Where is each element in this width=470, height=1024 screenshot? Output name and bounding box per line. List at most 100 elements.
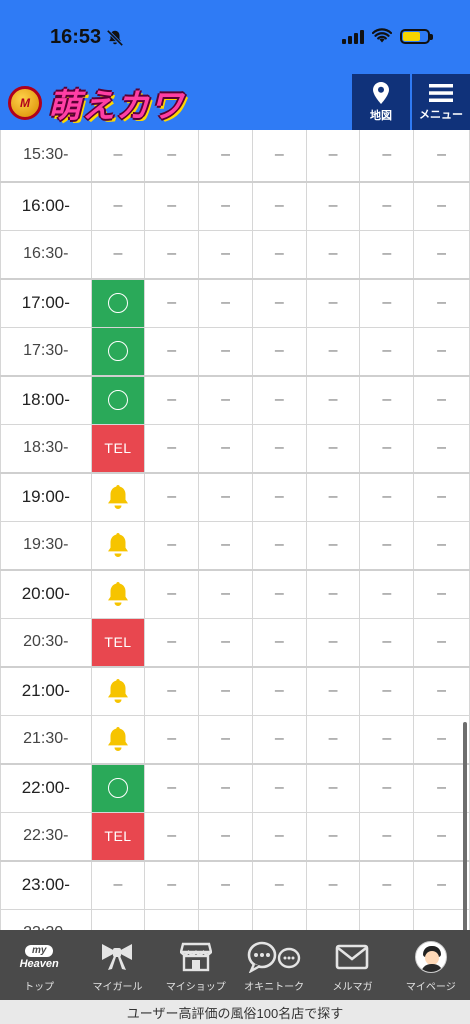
bell-muted-icon [106,29,124,47]
dash-text: – [167,827,177,845]
slot-unavailable: – [253,376,307,424]
dash-text: – [437,439,447,457]
time-slot-label: 21:30- [0,716,92,763]
map-button[interactable]: 地図 [352,74,410,130]
slot-unavailable: – [145,619,200,666]
dash-text: – [167,682,177,700]
slot-unavailable: – [253,667,307,715]
nav-label: オキニトーク [244,982,305,993]
bell-icon [107,582,128,607]
nav-okini-talk[interactable]: オキニトーク [235,930,313,1000]
slot-notify[interactable] [92,522,146,569]
menu-button[interactable]: メニュー [412,74,470,130]
dash-text: – [274,146,284,164]
dash-text: – [221,342,230,360]
footer-banner-link[interactable]: ユーザー高評価の風俗100名店で探す [0,1000,470,1024]
slot-unavailable: – [307,231,361,278]
dash-text: – [167,585,177,603]
slot-unavailable: – [414,667,470,715]
dash-text: – [274,294,284,312]
logo-emblem-icon: M [8,86,42,120]
time-slot-label: 19:30- [0,522,92,569]
slot-unavailable: – [307,376,361,424]
dash-text: – [382,245,392,263]
slot-unavailable: – [145,764,200,812]
dash-text: – [328,827,338,845]
map-label: 地図 [370,109,392,122]
slot-available[interactable] [91,279,146,327]
slot-unavailable: – [307,522,361,569]
dash-text: – [221,197,230,215]
schedule-row: 20:30- TEL – – – – – – [0,619,470,668]
dash-text: – [328,342,338,360]
slot-tel[interactable]: TEL [91,813,146,860]
nav-my-girl[interactable]: マイガール [78,930,156,1000]
slot-unavailable: – [414,522,470,569]
dash-text: – [274,342,284,360]
slot-unavailable: – [199,813,253,860]
dash-text: – [167,876,177,894]
app-header: M 萌えカワ 地図 メニュー [0,74,470,130]
schedule-row: 16:00- – – – – – – – [0,182,470,231]
schedule-row: 19:00- – – – – – – [0,473,470,522]
slot-unavailable: – [414,619,470,666]
available-circle-icon [107,293,128,314]
slot-unavailable: – [145,130,200,181]
nav-top[interactable]: my Heaven トップ [0,930,78,1000]
slot-tel[interactable]: TEL [91,425,146,472]
logo-my-text: my [24,944,54,957]
time-slot-label: 18:30- [0,425,92,472]
dash-text: – [274,633,284,651]
nav-my-page[interactable]: マイページ [392,930,470,1000]
dash-text: – [437,730,447,748]
dash-text: – [382,342,392,360]
dash-text: – [437,779,447,797]
scrollbar[interactable] [463,722,467,947]
dash-text: – [221,146,230,164]
slot-tel[interactable]: TEL [91,619,146,666]
slot-unavailable: – [307,619,361,666]
slot-unavailable: – [145,279,200,327]
nav-mail-magazine[interactable]: メルマガ [313,930,391,1000]
nav-label: マイガール [92,982,143,993]
slot-empty [253,910,307,930]
slot-unavailable: – [145,328,200,375]
time-slot-label: 17:30- [0,328,92,375]
dash-text: – [221,682,230,700]
schedule-row: 16:30- – – – – – – – [0,231,470,280]
nav-my-shop[interactable]: マイショップ [157,930,235,1000]
logo-heaven-text: Heaven [19,957,59,970]
dash-text: – [167,633,177,651]
dash-text: – [328,245,338,263]
slot-unavailable: – [414,716,470,763]
slot-unavailable: – [360,473,415,521]
slot-unavailable: – [307,425,361,472]
chat-bubbles-icon [246,940,302,974]
dash-text: – [167,294,177,312]
slot-notify[interactable] [92,667,146,715]
site-logo[interactable]: M 萌えカワ [8,80,184,126]
slot-notify[interactable] [92,570,146,618]
dash-text: – [221,779,230,797]
dash-text: – [221,488,230,506]
slot-unavailable: – [145,182,200,230]
schedule-row: 23:30- [0,910,470,930]
slot-available[interactable] [91,376,146,424]
dash-text: – [167,245,177,263]
slot-notify[interactable] [92,473,146,521]
schedule-row: 22:30- TEL – – – – – – [0,813,470,862]
dash-text: – [382,488,392,506]
slot-unavailable: – [253,813,307,860]
slot-empty [145,910,200,930]
schedule-row: 21:00- – – – – – – [0,667,470,716]
slot-unavailable: – [307,473,361,521]
dash-text: – [167,197,177,215]
dash-text: – [328,682,338,700]
dash-text: – [328,779,338,797]
dash-text: – [274,827,284,845]
slot-notify[interactable] [92,716,146,763]
slot-unavailable: – [307,130,361,181]
slot-available[interactable] [91,328,146,375]
slot-available[interactable] [91,764,146,812]
slot-unavailable: – [253,619,307,666]
